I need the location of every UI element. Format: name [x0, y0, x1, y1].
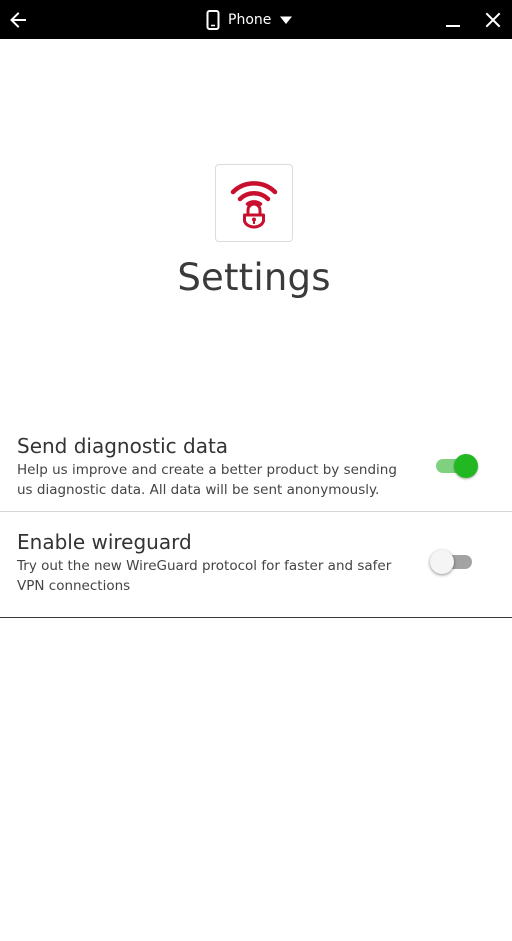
minimize-icon — [446, 24, 460, 27]
minimize-button[interactable] — [440, 0, 466, 39]
setting-title: Send diagnostic data — [17, 434, 229, 458]
app-logo — [215, 164, 293, 242]
title-bar: Phone — [0, 0, 512, 39]
arrow-left-icon — [10, 11, 26, 28]
setting-row-wireguard: Enable wireguard Try out the new WireGua… — [0, 512, 512, 618]
setting-description: Try out the new WireGuard protocol for f… — [17, 558, 392, 594]
toggle-thumb — [454, 454, 478, 478]
toggle-thumb — [430, 550, 454, 574]
wifi-lock-icon — [230, 181, 278, 229]
back-button[interactable] — [4, 0, 32, 39]
wireguard-toggle[interactable] — [430, 548, 476, 576]
device-selector-dropdown[interactable]: Phone — [206, 0, 293, 39]
diagnostic-data-toggle[interactable] — [434, 452, 480, 480]
setting-description: Help us improve and create a better prod… — [17, 462, 397, 498]
phone-icon — [206, 9, 220, 30]
close-button[interactable] — [480, 0, 506, 39]
setting-row-diagnostic-data: Send diagnostic data Help us improve and… — [0, 430, 512, 512]
device-label: Phone — [228, 11, 272, 28]
page-title: Settings — [177, 256, 331, 299]
setting-title: Enable wireguard — [17, 530, 192, 554]
caret-down-icon — [280, 16, 293, 24]
close-icon — [485, 12, 501, 27]
